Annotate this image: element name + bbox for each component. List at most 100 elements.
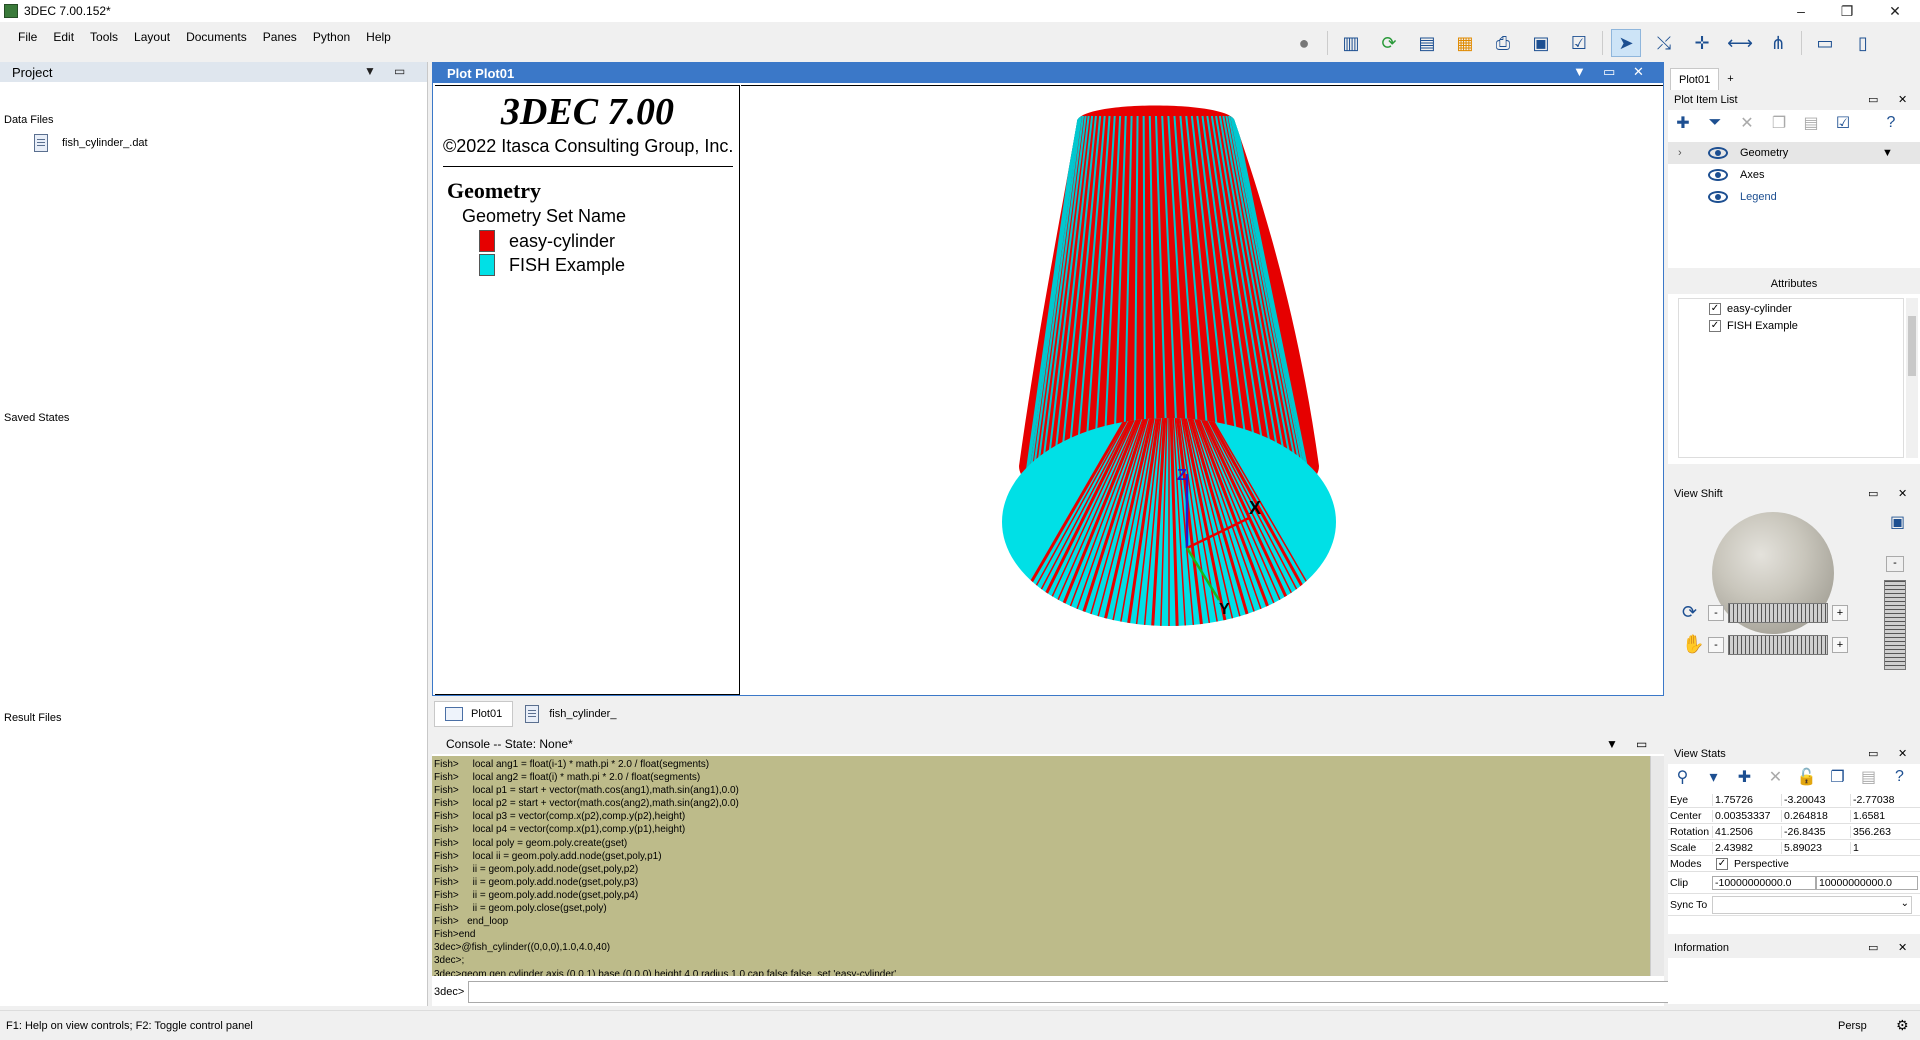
stat-value[interactable]: 41.2506 bbox=[1712, 825, 1781, 838]
minus-button[interactable]: - bbox=[1708, 604, 1724, 621]
console-input[interactable] bbox=[468, 981, 1673, 1003]
sync-to-select[interactable]: ⌄ bbox=[1712, 895, 1912, 914]
plot-settings-icon[interactable]: ▦ bbox=[1450, 29, 1480, 57]
plus-button[interactable]: + bbox=[1832, 636, 1848, 653]
filter-icon[interactable]: ⏷ bbox=[1704, 112, 1726, 134]
minus-button[interactable]: - bbox=[1708, 636, 1724, 653]
control-panel-icon[interactable]: ▯ bbox=[1848, 29, 1878, 57]
close-icon[interactable]: ✕ bbox=[1898, 747, 1907, 760]
float-panel-icon[interactable]: ▭ bbox=[1868, 941, 1878, 954]
checkbox[interactable]: ✓ bbox=[1709, 320, 1721, 332]
sphere-view-icon[interactable]: ● bbox=[1289, 29, 1319, 57]
copy-icon[interactable]: ❐ bbox=[1827, 766, 1848, 788]
pan-slider[interactable] bbox=[1728, 634, 1828, 655]
plus-button[interactable]: + bbox=[1832, 604, 1848, 621]
eye-icon[interactable] bbox=[1708, 169, 1728, 181]
restore-button[interactable]: ❐ bbox=[1824, 0, 1870, 22]
export-plot-icon[interactable]: ▤ bbox=[1412, 29, 1442, 57]
copy-icon[interactable]: ❐ bbox=[1768, 112, 1790, 134]
add-icon[interactable]: ✚ bbox=[1734, 766, 1755, 788]
refresh-plot-icon[interactable]: ⟳ bbox=[1374, 29, 1404, 57]
stat-value[interactable]: 2.43982 bbox=[1712, 841, 1781, 854]
measure-icon[interactable]: ⟷ bbox=[1725, 29, 1755, 57]
rotate-slider[interactable] bbox=[1728, 602, 1828, 623]
menu-python[interactable]: Python bbox=[305, 30, 358, 44]
help-icon[interactable]: ? bbox=[1880, 112, 1902, 134]
menu-layout[interactable]: Layout bbox=[126, 30, 178, 44]
close-icon[interactable]: ✕ bbox=[1633, 64, 1644, 80]
menu-edit[interactable]: Edit bbox=[45, 30, 82, 44]
check-icon[interactable]: ☑ bbox=[1564, 29, 1594, 57]
file-item[interactable]: fish_cylinder_.dat bbox=[34, 134, 148, 152]
chevron-right-icon[interactable]: › bbox=[1678, 147, 1682, 159]
print-icon[interactable]: ⎙ bbox=[1488, 29, 1518, 57]
depth-slider[interactable] bbox=[1884, 580, 1906, 670]
attributes-scrollbar[interactable] bbox=[1906, 298, 1918, 458]
attribute-check-fish-example[interactable]: ✓ FISH Example bbox=[1709, 320, 1798, 332]
chevron-down-icon[interactable]: ▼ bbox=[364, 64, 376, 78]
close-icon[interactable]: ✕ bbox=[1898, 93, 1907, 106]
crosshair-icon[interactable]: ✛ bbox=[1687, 29, 1717, 57]
perspective-checkbox[interactable]: ✓ bbox=[1716, 857, 1728, 870]
float-window-icon[interactable]: ▭ bbox=[1603, 64, 1615, 80]
attribute-check-easy-cylinder[interactable]: ✓ easy-cylinder bbox=[1709, 303, 1792, 315]
float-panel-icon[interactable]: ▭ bbox=[1868, 487, 1878, 500]
stat-value[interactable]: 1.6581 bbox=[1850, 809, 1919, 822]
network-icon[interactable]: ⋔ bbox=[1763, 29, 1793, 57]
clip-min-field[interactable]: -10000000000.0 bbox=[1712, 875, 1816, 890]
help-icon[interactable]: ? bbox=[1889, 766, 1910, 788]
chevron-down-icon[interactable]: ▼ bbox=[1573, 64, 1586, 79]
close-icon[interactable]: ✕ bbox=[1898, 941, 1907, 954]
tab-plot01[interactable]: Plot01 bbox=[434, 701, 514, 727]
plot-item-geometry[interactable]: › Geometry ▼ bbox=[1668, 142, 1920, 164]
chevron-down-icon[interactable]: ▼ bbox=[1882, 147, 1893, 159]
float-panel-icon[interactable]: ▭ bbox=[394, 64, 405, 78]
pin-icon[interactable]: ⚲ bbox=[1672, 766, 1693, 788]
new-plot-icon[interactable]: ▥ bbox=[1336, 29, 1366, 57]
scrollbar-thumb[interactable] bbox=[1908, 316, 1916, 376]
stat-value[interactable]: 0.00353337 bbox=[1712, 809, 1781, 822]
layout-panel-icon[interactable]: ▭ bbox=[1810, 29, 1840, 57]
delete-icon[interactable]: ✕ bbox=[1736, 112, 1758, 134]
stat-value[interactable]: 1 bbox=[1850, 841, 1919, 854]
menu-file[interactable]: File bbox=[10, 30, 45, 44]
delete-icon[interactable]: ✕ bbox=[1765, 766, 1786, 788]
clip-max-field[interactable]: 10000000000.0 bbox=[1816, 875, 1918, 890]
zoom-minus-button[interactable]: - bbox=[1886, 556, 1904, 572]
add-tab-button[interactable]: + bbox=[1719, 68, 1741, 90]
menu-documents[interactable]: Documents bbox=[178, 30, 255, 44]
menu-panes[interactable]: Panes bbox=[255, 30, 305, 44]
menu-tools[interactable]: Tools bbox=[82, 30, 126, 44]
chevron-down-icon[interactable]: ▼ bbox=[1606, 737, 1618, 751]
unlock-icon[interactable]: 🔓 bbox=[1796, 766, 1817, 788]
select-pointer-icon[interactable]: ➤ bbox=[1611, 29, 1641, 57]
menu-help[interactable]: Help bbox=[358, 30, 399, 44]
check-icon[interactable]: ☑ bbox=[1832, 112, 1854, 134]
stat-value[interactable]: -26.8435 bbox=[1781, 825, 1850, 838]
tab-fish-cylinder[interactable]: fish_cylinder_ bbox=[515, 701, 626, 727]
close-icon[interactable]: ✕ bbox=[1898, 487, 1907, 500]
stat-value[interactable]: -2.77038 bbox=[1850, 793, 1919, 806]
stat-value[interactable]: 1.75726 bbox=[1712, 793, 1781, 806]
paste-icon[interactable]: ▤ bbox=[1858, 766, 1879, 788]
add-icon[interactable]: ✚ bbox=[1672, 112, 1694, 134]
plot-item-axes[interactable]: Axes bbox=[1668, 164, 1920, 186]
settings-gear-icon[interactable]: ⚙ bbox=[1896, 1017, 1909, 1034]
paste-icon[interactable]: ▤ bbox=[1800, 112, 1822, 134]
checkbox[interactable]: ✓ bbox=[1709, 303, 1721, 315]
close-button[interactable]: ✕ bbox=[1872, 0, 1918, 22]
float-panel-icon[interactable]: ▭ bbox=[1636, 737, 1647, 751]
stat-value[interactable]: -3.20043 bbox=[1781, 793, 1850, 806]
3d-viewport[interactable]: Z X Y bbox=[741, 85, 1663, 695]
stat-value[interactable]: 5.89023 bbox=[1781, 841, 1850, 854]
pick-icon[interactable]: ⤯ bbox=[1649, 29, 1679, 57]
float-panel-icon[interactable]: ▭ bbox=[1868, 747, 1878, 760]
plot-item-legend[interactable]: Legend bbox=[1668, 186, 1920, 208]
console-scrollbar[interactable] bbox=[1650, 756, 1664, 976]
eye-icon[interactable] bbox=[1708, 147, 1728, 159]
reset-view-icon[interactable]: ▣ bbox=[1890, 512, 1905, 532]
save-plot-icon[interactable]: ▣ bbox=[1526, 29, 1556, 57]
tab-plot01[interactable]: Plot01 bbox=[1670, 68, 1720, 90]
minimize-button[interactable]: – bbox=[1778, 0, 1824, 22]
stat-value[interactable]: 0.264818 bbox=[1781, 809, 1850, 822]
